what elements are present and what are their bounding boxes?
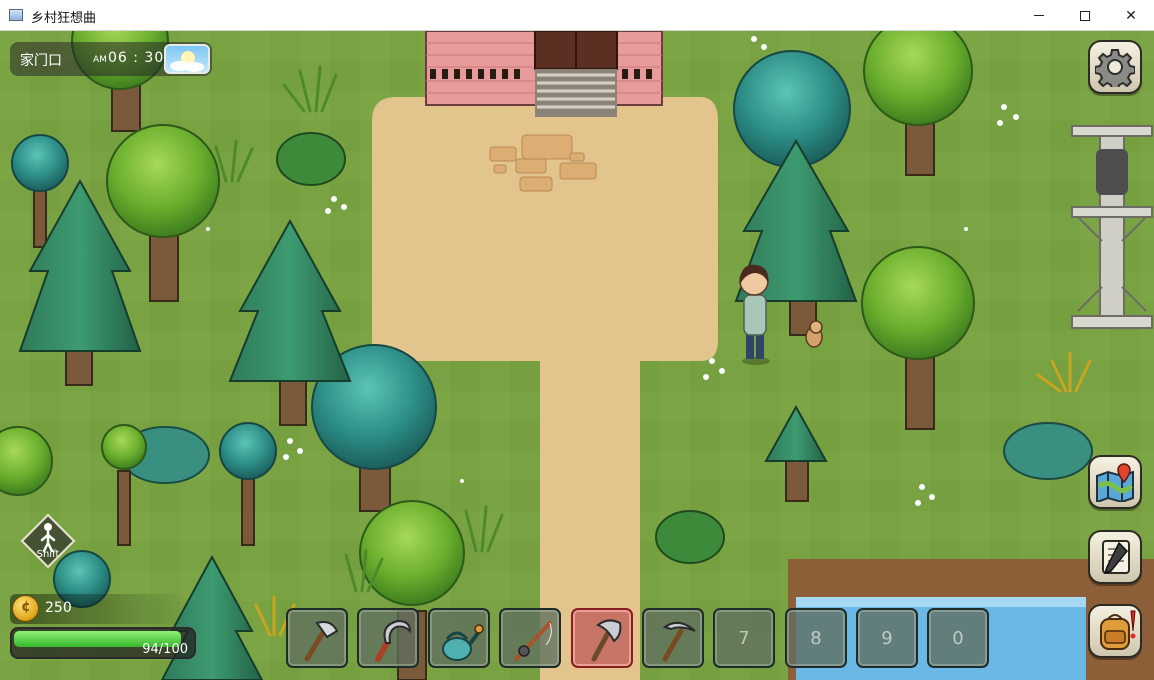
game-world bbox=[0, 31, 1154, 680]
fishing-rod-icon bbox=[514, 621, 552, 661]
run-key-label: Shift bbox=[36, 549, 60, 560]
time-ampm: AM bbox=[93, 55, 107, 65]
run-button[interactable]: Shift bbox=[20, 513, 76, 569]
map-button[interactable] bbox=[1088, 455, 1142, 509]
maximize-button[interactable] bbox=[1062, 0, 1108, 31]
walker-icon bbox=[20, 513, 76, 569]
axe-icon bbox=[304, 621, 339, 662]
coin-icon: ¢ bbox=[12, 595, 39, 622]
hotbar-slot-6[interactable] bbox=[642, 608, 704, 668]
money-panel: ¢ 250 bbox=[10, 594, 190, 624]
stamina-text: 94/100 bbox=[142, 642, 188, 657]
pickaxe-icon bbox=[662, 621, 696, 662]
axe-icon bbox=[591, 619, 622, 662]
sunny-cloud-icon bbox=[164, 44, 210, 74]
hotbar-slot-3[interactable] bbox=[428, 608, 490, 668]
hotbar-slot-0[interactable]: 0 bbox=[927, 608, 989, 668]
close-button[interactable]: ✕ bbox=[1108, 0, 1154, 31]
watering-can-icon bbox=[442, 624, 484, 661]
journal-button[interactable] bbox=[1088, 530, 1142, 584]
journal-icon bbox=[1102, 540, 1130, 575]
hotbar-slot-9[interactable]: 9 bbox=[856, 608, 918, 668]
minimize-button[interactable] bbox=[1016, 0, 1062, 31]
hotbar-slot-1[interactable] bbox=[286, 608, 348, 668]
hotbar-slot-7[interactable]: 7 bbox=[713, 608, 775, 668]
backpack-button[interactable] bbox=[1088, 604, 1142, 658]
slot-number: 0 bbox=[952, 628, 964, 649]
slot-number: 9 bbox=[881, 628, 893, 649]
minimize-icon bbox=[1034, 15, 1044, 16]
slot-number: 8 bbox=[810, 628, 822, 649]
slot-number: 7 bbox=[738, 628, 750, 649]
location-time-panel: 家门口 AM 06 : 30 bbox=[10, 42, 212, 76]
hotbar-slot-5-selected[interactable] bbox=[571, 608, 633, 668]
game-viewport[interactable]: 家门口 AM 06 : 30 Shift ¢ 250 94/100 7 8 9 … bbox=[0, 31, 1154, 680]
map-icon bbox=[1096, 463, 1134, 502]
maximize-icon bbox=[1080, 10, 1090, 21]
sickle-icon bbox=[375, 619, 412, 662]
app-icon bbox=[9, 9, 23, 21]
close-icon: ✕ bbox=[1125, 7, 1137, 24]
location-name: 家门口 bbox=[20, 53, 62, 69]
hotbar-slot-2[interactable] bbox=[357, 608, 419, 668]
money-value: 250 bbox=[45, 600, 72, 616]
time-clock: 06 : 30 bbox=[108, 50, 165, 66]
window-title: 乡村狂想曲 bbox=[31, 11, 97, 26]
stamina-bar: 94/100 bbox=[10, 627, 196, 659]
settings-button[interactable] bbox=[1088, 40, 1142, 94]
hotbar-slot-8[interactable]: 8 bbox=[785, 608, 847, 668]
window-title-bar: 乡村狂想曲 ✕ bbox=[0, 0, 1154, 31]
backpack-icon bbox=[1100, 610, 1136, 650]
hotbar-slot-4[interactable] bbox=[499, 608, 561, 668]
gear-icon bbox=[1095, 49, 1135, 87]
hotbar: 7 8 9 0 bbox=[284, 608, 994, 670]
